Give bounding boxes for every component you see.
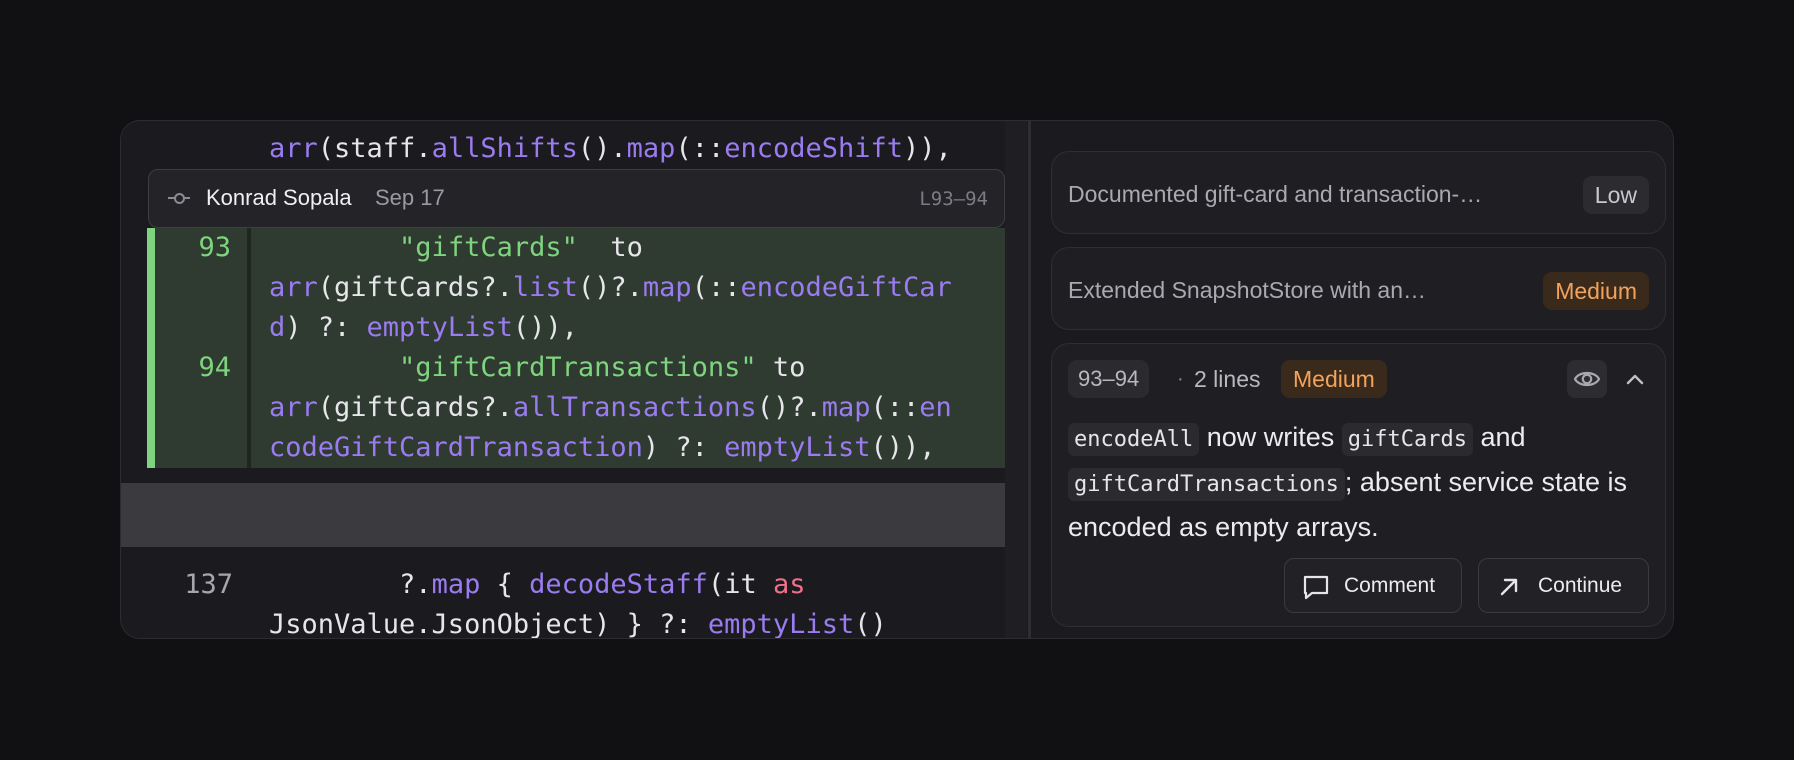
finding-detail-card: 93–94 · 2 lines Medium encodeAll now wri… [1051, 343, 1666, 627]
code-scrollbar[interactable] [1005, 121, 1027, 638]
code-token: as [772, 569, 806, 600]
blame-author: Konrad Sopala [206, 185, 352, 210]
comment-button[interactable]: Comment [1284, 558, 1462, 613]
diff-added-marker [147, 228, 155, 468]
collapsed-lines-band[interactable] [121, 483, 1005, 547]
line-number: 137 [184, 569, 233, 600]
code-line-context-top: arr(staff.allShifts().map(::encodeShift)… [269, 129, 952, 169]
gutter-separator [247, 228, 251, 468]
continue-button-label: Continue [1538, 574, 1623, 597]
code-token: allShifts [431, 133, 578, 164]
code-token: (giftCards?. [317, 392, 513, 423]
chevron-up-icon[interactable] [1618, 360, 1652, 398]
code-token: "giftCardTransactions" [399, 352, 757, 383]
code-row: ?.map { decodeStaff(it as [269, 565, 887, 605]
inline-code: giftCards [1341, 423, 1473, 456]
code-token: ()?. [577, 272, 643, 303]
code-token: arr [269, 133, 318, 164]
code-token: JsonValue.JsonObject) } ?: [269, 609, 708, 639]
code-token: codeGiftCardTransaction [269, 432, 643, 463]
blame-date: Sep 17 [375, 185, 445, 210]
code-token: (:: [691, 272, 741, 303]
inline-code: giftCardTransactions [1068, 468, 1345, 501]
line-number: 94 [198, 352, 231, 383]
code-token: encodeGiftCar [740, 272, 952, 303]
comment-button-label: Comment [1344, 574, 1436, 597]
code-token: "giftCards" [399, 232, 578, 263]
code-token: ()?. [756, 392, 822, 423]
severity-badge: Medium [1543, 272, 1649, 310]
code-line: ?.map { decodeStaff(it as JsonValue.JsonO… [269, 565, 887, 639]
arrow-up-right-icon [1500, 578, 1518, 596]
continue-button[interactable]: Continue [1478, 558, 1649, 613]
code-token: (). [577, 133, 627, 164]
code-token: { [480, 569, 530, 600]
code-token: to [756, 352, 806, 383]
severity-badge: Medium [1281, 360, 1387, 398]
code-token: ) ?: [642, 432, 725, 463]
code-token: arr [269, 272, 318, 303]
code-token: list [512, 272, 578, 303]
code-token: d [269, 312, 286, 343]
blame-line-range: L93–94 [919, 188, 988, 210]
code-token: emptyList [707, 609, 855, 639]
code-token: emptyList [724, 432, 871, 463]
code-line: d) ?: emptyList()), [269, 308, 578, 348]
findings-pane: Documented gift-card and transaction-… L… [1031, 120, 1673, 638]
code-token: ) ?: [285, 312, 367, 343]
code-token: )), [903, 133, 952, 164]
finding-summary: Documented gift-card and transaction-… [1068, 181, 1483, 207]
code-token: () [854, 609, 887, 639]
finding-card[interactable]: Documented gift-card and transaction-… L… [1051, 151, 1666, 234]
separator-dot: · [1177, 368, 1184, 390]
line-number: 93 [198, 232, 231, 263]
code-token: map [642, 272, 692, 303]
inline-code: encodeAll [1068, 423, 1200, 456]
blame-bar[interactable]: Konrad Sopala Sep 17 L93–94 [148, 169, 1005, 228]
diff-added-block: 93 94 "giftCards" to arr(giftCards?.list(… [147, 228, 1005, 468]
severity-badge: Low [1582, 176, 1649, 214]
finding-summary: Extended SnapshotStore with an… [1068, 277, 1427, 303]
commit-icon [168, 189, 190, 207]
code-token: map [821, 392, 871, 423]
code-row: JsonValue.JsonObject) } ?: emptyList() [269, 605, 887, 639]
code-line: "giftCardTransactions" to [269, 348, 805, 388]
code-line: arr(giftCards?.allTransactions()?.map(::… [269, 388, 952, 428]
code-token: decodeStaff [529, 569, 708, 600]
code-token: encodeShift [724, 133, 904, 164]
code-token: (:: [675, 133, 725, 164]
code-token: ()), [512, 312, 578, 343]
code-token: to [577, 232, 643, 263]
code-token: allTransactions [512, 392, 757, 423]
code-token: (:: [870, 392, 920, 423]
finding-description: encodeAll now writes giftCards and giftC… [1068, 416, 1658, 548]
code-token: map [431, 569, 481, 600]
code-token: arr [269, 392, 318, 423]
code-token: (giftCards?. [317, 272, 513, 303]
description-text: now writes [1199, 422, 1342, 452]
code-review-window: arr(staff.allShifts().map(::encodeShift)… [120, 120, 1674, 639]
description-text: and [1472, 422, 1526, 452]
finding-card[interactable]: Extended SnapshotStore with an… Medium [1051, 247, 1666, 330]
code-token: (staff. [317, 133, 432, 164]
code-token: en [919, 392, 952, 423]
code-token: emptyList [366, 312, 513, 343]
code-line: "giftCards" to [269, 228, 643, 268]
code-token: map [626, 133, 676, 164]
code-token: (it [707, 569, 773, 600]
code-token: ?. [269, 569, 432, 600]
code-pane: arr(staff.allShifts().map(::encodeShift)… [121, 121, 1028, 639]
code-line: codeGiftCardTransaction) ?: emptyList())… [269, 428, 936, 468]
comment-icon [1303, 575, 1329, 600]
finding-card-partial[interactable] [1051, 120, 1666, 121]
lines-count: 2 lines [1194, 366, 1261, 392]
code-token: ()), [870, 432, 936, 463]
line-range-chip: 93–94 [1068, 360, 1150, 398]
code-line: arr(giftCards?.list()?.map(::encodeGiftC… [269, 268, 952, 308]
eye-icon[interactable] [1567, 360, 1607, 398]
